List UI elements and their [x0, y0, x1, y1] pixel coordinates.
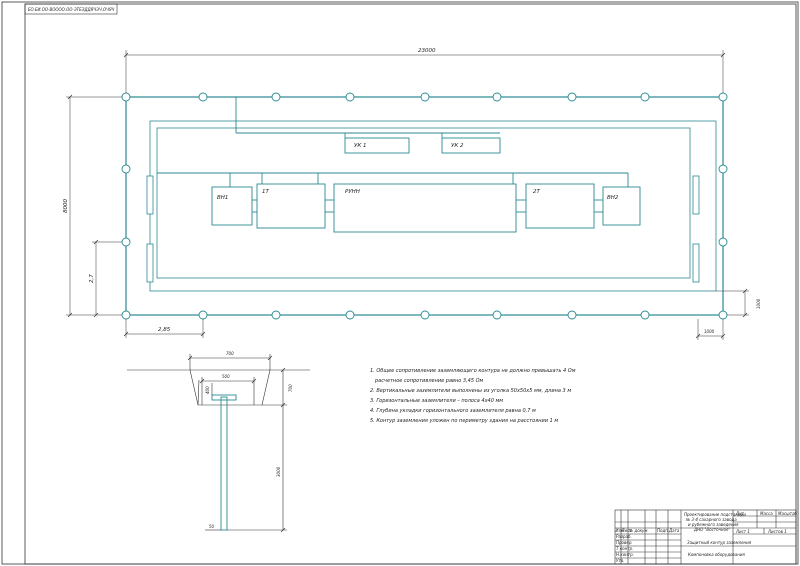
electrode [640, 310, 650, 320]
label-rp: РУНН [345, 189, 360, 195]
note-4: 4. Глубина укладки горизонтального зазем… [370, 408, 536, 414]
wall-stub-right-upper [692, 175, 700, 215]
note-2: 2. Вертикальные заземлители выполнены из… [370, 388, 571, 394]
note-5: 5. Контур заземления уложен по периметру… [370, 418, 558, 424]
tb-row-nkontr: Н.контр. [616, 552, 634, 557]
tb-title-4: ДНО "Восточное" [693, 527, 730, 532]
note-1: 1. Общее сопротивление заземляющего конт… [370, 368, 576, 374]
electrode [271, 310, 281, 320]
label-t2: 2Т [533, 189, 540, 195]
stamp-text: ЕО.ЕИ.ОО-ВОООО.ОО-ЭТЕЭДДЯЧЭЧ.ОЧЯЧ [28, 7, 115, 12]
dim-offset-label: 2,7 [89, 274, 95, 283]
box-vn1 [211, 186, 253, 226]
section-rod-dim-label: 50 [209, 524, 215, 529]
dim-right-v-label: 1000 [756, 298, 761, 309]
electrode [420, 92, 430, 102]
tb-mass: Масса [760, 511, 773, 516]
dim-total-label: 23000 [418, 48, 436, 54]
section-ticks [187, 355, 286, 533]
tb-sheets: Листов 1 [767, 529, 787, 534]
box-vn2 [602, 186, 641, 226]
tb-col-sign: Подп. [657, 528, 669, 533]
section-depth-label: 700 [288, 384, 293, 392]
note-3: 3. Горизонтальные заземлители – полоса 4… [370, 398, 503, 404]
drawing-canvas: ЕО.ЕИ.ОО-ВОООО.ОО-ЭТЕЭДДЯЧЭЧ.ОЧЯЧ УК 1 У… [1, 1, 799, 565]
tb-sheet: Лист 1 [735, 529, 750, 534]
electrode [567, 92, 577, 102]
electrode [198, 310, 208, 320]
dim-right-h-label: 1000 [704, 329, 715, 334]
tb-subtitle: Компоновка оборудования [688, 552, 745, 557]
wall-stub-left-lower [146, 243, 154, 283]
electrode [718, 92, 728, 102]
wall-stub-right-lower [692, 243, 700, 283]
tb-scale: Масштаб [778, 511, 798, 516]
tb-drawing: Защитный контур заземления [687, 540, 752, 545]
label-vn2: ВН2 [607, 195, 619, 201]
trench-inner [197, 379, 200, 406]
tb-row-prover: Провер. [616, 540, 633, 545]
section-top-width-label: 700 [226, 351, 234, 356]
sheet-inner-frame [24, 3, 797, 565]
tb-row-razrab: Разраб. [616, 534, 632, 539]
electrode [492, 310, 502, 320]
electrode [121, 237, 131, 247]
label-t1: 1Т [262, 189, 269, 195]
electrode [718, 164, 728, 174]
section-rod-label: 3000 [276, 466, 281, 477]
dim-bottom-label: 2,85 [158, 327, 171, 333]
section-view [127, 354, 310, 531]
note-1-cont: расчетное сопротивление равно 3,45 Ом [374, 378, 484, 384]
tb-col-date: Дата [668, 528, 680, 533]
dim-height-label: 8000 [63, 199, 69, 213]
electrode [718, 310, 728, 320]
label-uk2: УК 2 [451, 143, 464, 149]
equipment [211, 137, 641, 233]
electrode [121, 164, 131, 174]
electrode [121, 310, 131, 320]
electrode [420, 310, 430, 320]
box-rp [333, 183, 517, 233]
electrode [121, 92, 131, 102]
electrode [718, 237, 728, 247]
electrode [198, 92, 208, 102]
electrode [492, 92, 502, 102]
electrode [640, 92, 650, 102]
label-vn1: ВН1 [217, 195, 228, 201]
label-uk1: УК 1 [354, 143, 367, 149]
tb-col-doc: № докум. [628, 528, 649, 533]
tb-row-tkontr: Т.контр. [616, 546, 633, 551]
ground-strip-plate [211, 394, 237, 401]
electrode [345, 92, 355, 102]
electrode [271, 92, 281, 102]
title-block-text: Изм Лист № докум. Подп. Дата Разраб. Про… [616, 511, 798, 563]
notes: 1. Общее сопротивление заземляющего конт… [370, 368, 576, 424]
section-small-label: 400 [205, 386, 210, 394]
tb-lit: Лит [735, 511, 745, 516]
vertical-electrode [220, 396, 228, 531]
wall-stub-left-upper [146, 175, 154, 215]
sheet-outer-frame [1, 1, 799, 565]
tb-row-utv: Утв. [616, 558, 624, 563]
section-inner-width-label: 500 [222, 374, 230, 379]
electrode [567, 310, 577, 320]
electrode [345, 310, 355, 320]
